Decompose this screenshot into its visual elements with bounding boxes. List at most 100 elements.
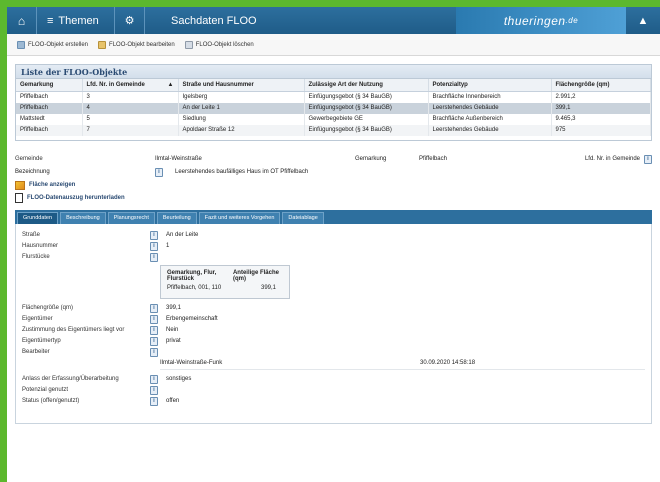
gemeinde-label: Gemeinde xyxy=(15,156,43,162)
row-flurstuecke: Flurstücke i xyxy=(22,252,645,263)
table-cell: Einfügungsgebot (§ 34 BauGB) xyxy=(304,102,429,114)
zustimmung-label: Zustimmung des Eigentümers liegt vor xyxy=(22,327,125,333)
row-eigentuemer: Eigentümer i Erbengemeinschaft xyxy=(22,314,645,325)
create-object-button[interactable]: FLOO-Objekt erstellen xyxy=(17,40,88,49)
table-row[interactable]: Mattstedt 5 Siedlung Gewerbegebiete GE Brach… xyxy=(16,113,651,125)
col-strasse[interactable]: Straße und Hausnummer xyxy=(178,79,305,92)
delete-object-button[interactable]: FLOO-Objekt löschen xyxy=(184,40,254,49)
strasse-label: Straße xyxy=(22,232,41,238)
lfd-nr-label: Lfd. Nr. in Gemeinde xyxy=(584,156,640,162)
object-list-panel: Liste der FLOO-Objekte Gemarkung Lfd. Nr… xyxy=(15,64,652,141)
col-gemarkung[interactable]: Gemarkung xyxy=(16,79,83,92)
download-extract-link[interactable]: FLOO-Datenauszug herunterladen xyxy=(15,192,652,205)
info-icon[interactable]: i xyxy=(150,241,158,251)
bearbeiter-entry: Ilmtal-Weinstraße-Funk 30.09.2020 14:58:… xyxy=(160,358,645,370)
potenzial-label: Potenzial genutzt xyxy=(22,387,69,393)
grunddaten-panel: Straße i An der Leite Hausnummer i 1 Flu… xyxy=(15,223,652,424)
col-potenzialtyp[interactable]: Potenzialtyp xyxy=(428,79,552,92)
list-cutoff-row xyxy=(16,136,651,140)
info-icon[interactable]: i xyxy=(150,314,158,324)
table-row[interactable]: Pfiffelbach 3 Igelsberg Einfügungsgebot (§ … xyxy=(16,91,651,103)
list-title: Liste der FLOO-Objekte xyxy=(16,65,651,79)
col-lfd-nr[interactable]: Lfd. Nr. in Gemeinde ▲ xyxy=(82,79,179,92)
table-cell: Mattstedt xyxy=(16,113,83,125)
info-icon[interactable]: i xyxy=(150,303,158,313)
delete-document-icon xyxy=(184,40,193,49)
show-area-label: Fläche anzeigen xyxy=(29,182,76,188)
themen-menu-button[interactable]: ≡ Themen xyxy=(37,7,115,34)
row-eigentuemertyp: Eigentümertyp i privat xyxy=(22,336,645,347)
table-row[interactable]: Pfiffelbach 7 Apoldaer Straße 12 Einfügungs… xyxy=(16,124,651,136)
strasse-value: An der Leite xyxy=(166,232,199,238)
flurstuecke-col-1: Gemarkung, Flur, Flurstück xyxy=(167,269,217,282)
flurstuecke-label: Flurstücke xyxy=(22,254,50,260)
user-icon[interactable]: ▲ xyxy=(626,7,660,34)
settings-icon[interactable]: ⚙ xyxy=(115,7,145,34)
tab-planungsrecht[interactable]: Planungsrecht xyxy=(107,211,155,224)
app-frame: ⌂ ≡ Themen ⚙ Sachdaten FLOO thueringen .d… xyxy=(7,7,660,482)
info-icon[interactable]: i xyxy=(150,230,158,240)
gemarkung-value: Pfiffelbach xyxy=(419,156,447,162)
status-label: Status (offen/genutzt) xyxy=(22,398,80,404)
table-cell: Gewerbegebiete GE xyxy=(304,113,429,125)
info-icon[interactable]: i xyxy=(150,325,158,335)
row-flaechengroesse: Flächengröße (qm) i 399,1 xyxy=(22,303,645,314)
row-hausnummer: Hausnummer i 1 xyxy=(22,241,645,252)
object-table-body: Pfiffelbach 3 Igelsberg Einfügungsgebot (§ … xyxy=(16,91,651,136)
row-bearbeiter: Bearbeiter i xyxy=(22,347,645,358)
brand-suffix: .de xyxy=(565,16,579,25)
show-area-link[interactable]: Fläche anzeigen xyxy=(15,179,652,192)
brand-name: thueringen xyxy=(503,13,566,28)
object-toolbar: FLOO-Objekt erstellen FLOO-Objekt bearbe… xyxy=(7,34,660,56)
new-document-icon xyxy=(17,40,25,49)
table-cell: Siedlung xyxy=(178,113,305,125)
info-icon[interactable]: i xyxy=(150,336,158,346)
tab-beurteilung[interactable]: Beurteilung xyxy=(156,211,197,224)
info-icon[interactable]: i xyxy=(150,347,158,357)
bezeichnung-label: Bezeichnung xyxy=(15,169,50,175)
object-detail: Gemeinde Ilmtal-Weinstraße Gemarkung Pfi… xyxy=(15,153,652,205)
info-icon[interactable]: i xyxy=(150,252,158,262)
col-strasse-label: Straße und Hausnummer xyxy=(182,82,254,88)
eigentuemertyp-value: privat xyxy=(166,338,181,344)
table-cell: 399,1 xyxy=(551,102,651,114)
status-value: offen xyxy=(166,398,180,404)
detail-row-bezeichnung: Bezeichnung i Leerstehendes baufälliges … xyxy=(15,166,652,179)
detail-row-gemeinde: Gemeinde Ilmtal-Weinstraße Gemarkung Pfi… xyxy=(15,153,652,166)
row-potenzial: Potenzial genutzt i xyxy=(22,385,645,396)
eigentuemer-label: Eigentümer xyxy=(22,316,53,322)
sort-asc-icon: ▲ xyxy=(167,82,174,88)
anlass-value: sonstiges xyxy=(166,376,192,382)
table-row[interactable]: Pfiffelbach 4 An der Leite 1 Einfügungsgebo… xyxy=(16,102,651,114)
home-icon[interactable]: ⌂ xyxy=(7,7,37,34)
document-icon xyxy=(15,193,23,203)
col-flaeche[interactable]: Flächengröße (qm) xyxy=(551,79,651,92)
table-cell: Einfügungsgebot (§ 34 BauGB) xyxy=(304,91,429,103)
anlass-label: Anlass der Erfassung/Überarbeitung xyxy=(22,376,119,382)
col-flaeche-label: Flächengröße (qm) xyxy=(555,82,610,88)
table-cell: 4 xyxy=(82,102,179,114)
row-status: Status (offen/genutzt) i offen xyxy=(22,396,645,407)
col-lfd-nr-label: Lfd. Nr. in Gemeinde xyxy=(86,82,145,88)
info-icon[interactable]: i xyxy=(150,374,158,384)
tab-grunddaten[interactable]: Grunddaten xyxy=(17,211,59,224)
table-cell: 5 xyxy=(82,113,179,125)
tab-dateiablage[interactable]: Dateiablage xyxy=(282,211,324,224)
info-icon[interactable]: i xyxy=(155,167,163,177)
download-extract-label: FLOO-Datenauszug herunterladen xyxy=(27,195,125,201)
info-icon[interactable]: i xyxy=(150,385,158,395)
tab-fazit[interactable]: Fazit und weiteres Vorgehen xyxy=(198,211,281,224)
object-table: Gemarkung Lfd. Nr. in Gemeinde ▲ Straße … xyxy=(16,79,651,136)
table-cell: An der Leite 1 xyxy=(178,102,305,114)
eigentuemer-value: Erbengemeinschaft xyxy=(166,316,218,322)
info-icon[interactable]: i xyxy=(150,396,158,406)
col-gemarkung-label: Gemarkung xyxy=(20,82,54,88)
gemeinde-value: Ilmtal-Weinstraße xyxy=(155,156,202,162)
edit-object-button[interactable]: FLOO-Objekt bearbeiten xyxy=(98,40,175,49)
tab-beschreibung[interactable]: Beschreibung xyxy=(60,211,106,224)
flaechengroesse-value: 399,1 xyxy=(166,305,182,311)
hausnummer-label: Hausnummer xyxy=(22,243,59,249)
col-nutzung[interactable]: Zulässige Art der Nutzung xyxy=(304,79,429,92)
info-icon[interactable]: i xyxy=(644,154,652,164)
menu-icon: ≡ xyxy=(47,14,54,27)
